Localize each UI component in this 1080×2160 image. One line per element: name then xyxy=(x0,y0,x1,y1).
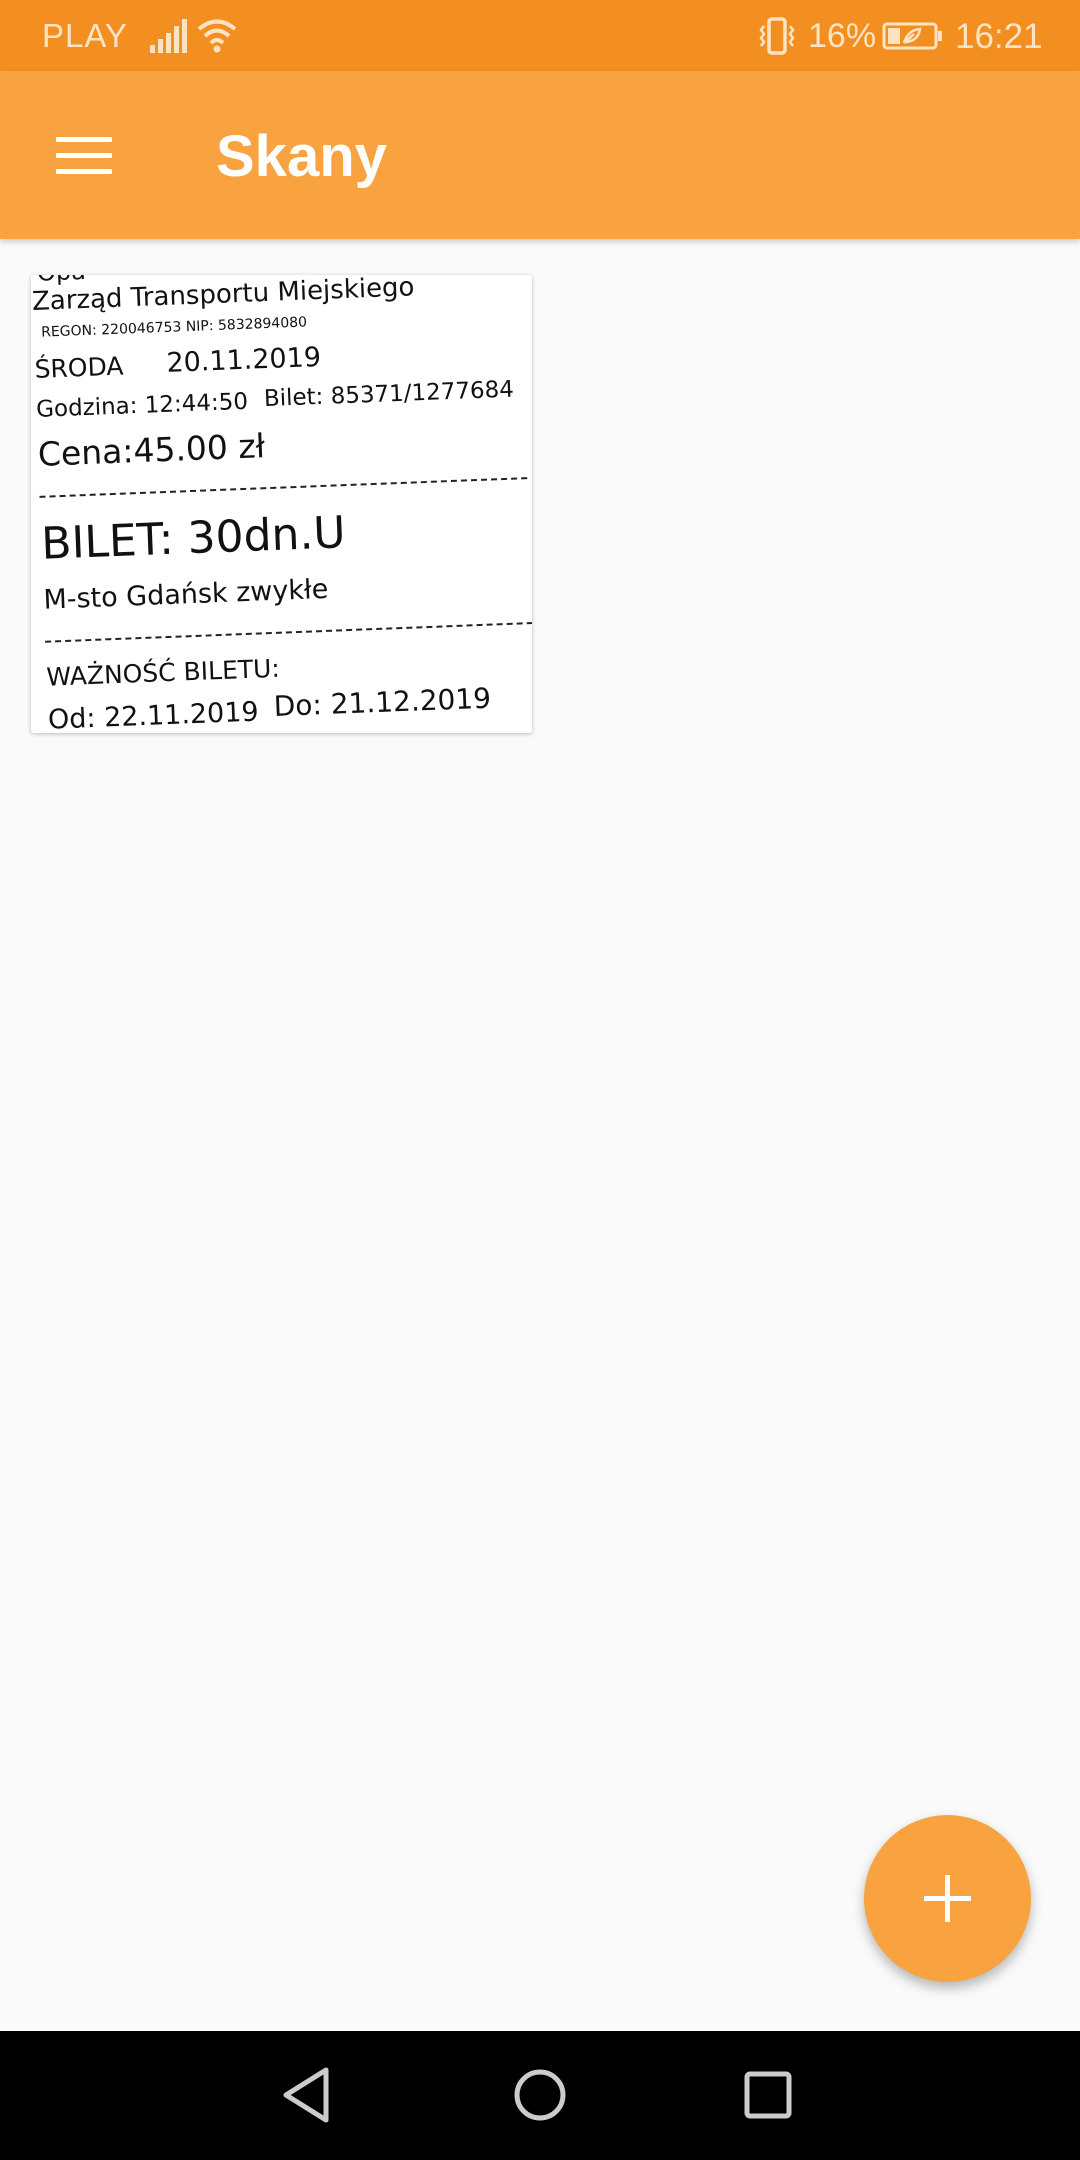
receipt-ticket-number: Bilet: 85371/1277684 xyxy=(263,376,515,413)
receipt-validity-label: WAŻNOŚĆ BILETU: xyxy=(45,653,281,692)
receipt-price: Cena:45.00 zł xyxy=(37,426,266,474)
carrier-name: PLAY xyxy=(42,17,128,54)
home-icon[interactable] xyxy=(506,2061,574,2129)
receipt-divider xyxy=(39,477,528,498)
status-bar: PLAY 16% 16:21 xyxy=(0,0,1080,71)
receipt-valid-to: Do: 21.12.2019 xyxy=(273,681,492,723)
receipt-date: 20.11.2019 xyxy=(165,341,322,379)
receipt-ids: REGON: 220046753 NIP: 5832894080 xyxy=(40,314,308,341)
system-navigation-bar xyxy=(0,2031,1080,2160)
receipt-company: Zarząd Transportu Miejskiego xyxy=(31,275,415,317)
plus-icon xyxy=(924,1875,971,1922)
add-scan-button[interactable] xyxy=(864,1815,1031,1982)
page-title: Skany xyxy=(216,124,387,189)
hamburger-menu-icon[interactable] xyxy=(40,117,128,193)
vibrate-icon xyxy=(759,17,795,55)
receipt-time: Godzina: 12:44:50 xyxy=(35,388,249,423)
battery-percent: 16% xyxy=(808,17,877,55)
scan-thumbnail-card[interactable]: Opa Zarząd Transportu Miejskiego REGON: … xyxy=(31,275,532,733)
receipt-divider xyxy=(45,621,532,643)
receipt-valid-from: Od: 22.11.2019 xyxy=(47,696,260,733)
recents-icon[interactable] xyxy=(734,2061,802,2129)
receipt-scan-image: Opa Zarząd Transportu Miejskiego REGON: … xyxy=(31,275,532,733)
receipt-weekday: ŚRODA xyxy=(34,351,124,384)
clock: 16:21 xyxy=(955,17,1043,56)
wifi-icon xyxy=(197,19,237,53)
receipt-ticket-type: BILET: 30dn.U xyxy=(40,507,347,570)
receipt-zone: M-sto Gdańsk zwykłe xyxy=(42,573,329,616)
battery-saver-icon xyxy=(882,22,942,50)
signal-icon xyxy=(150,19,187,53)
back-icon[interactable] xyxy=(274,2061,342,2129)
app-bar: Skany xyxy=(0,71,1080,239)
